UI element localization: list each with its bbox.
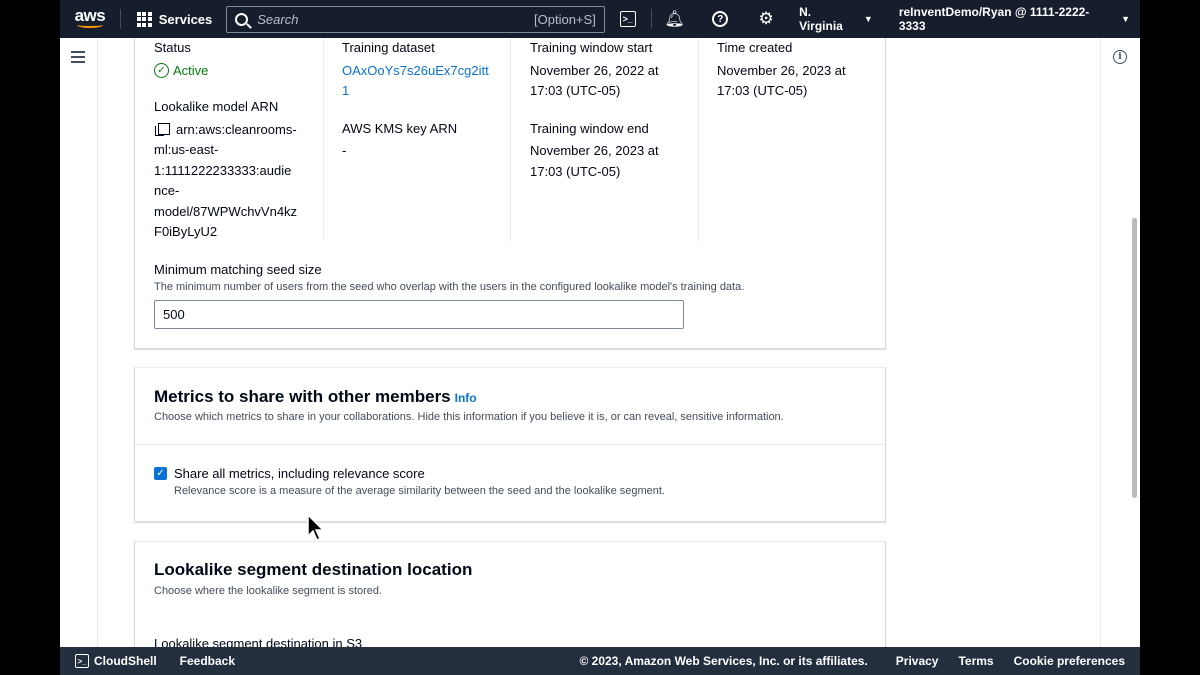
arn-line: model/87WPWchvVn4kz [154, 203, 298, 219]
tools-rail: i [1100, 38, 1140, 647]
created-value: November 26, 2023 at 17:03 (UTC-05) [717, 61, 882, 102]
grid-icon [136, 11, 152, 27]
window-end-line: 17:03 (UTC-05) [530, 163, 621, 179]
training-window-column: Training window start November 26, 2022 … [530, 38, 695, 182]
cloudshell-nav-button[interactable]: >_ [605, 0, 651, 38]
aws-smile-icon [76, 22, 103, 28]
time-created-column: Time created November 26, 2023 at 17:03 … [717, 38, 882, 102]
window-start-value: November 26, 2022 at 17:03 (UTC-05) [530, 61, 695, 102]
search-input[interactable]: Search [Option+S] [226, 5, 605, 33]
lookalike-model-details-panel: Status ✓ Active Lookalike model ARN arn:… [134, 38, 886, 349]
privacy-link[interactable]: Privacy [896, 654, 939, 668]
region-selector[interactable]: N. Virginia ▼ [789, 5, 889, 33]
window-start-line: November 26, 2022 at [530, 62, 659, 78]
column-divider [510, 38, 511, 241]
window-start-label: Training window start [530, 40, 653, 55]
dataset-link[interactable]: OAxOoYs7s26uEx7cg2itt 1 [342, 61, 507, 102]
services-label: Services [158, 11, 213, 27]
arn-line: 1:1111222233333:audie [154, 162, 292, 178]
destination-field-label: Lookalike segment destination in S3 [154, 636, 363, 647]
dataset-column: Training dataset OAxOoYs7s26uEx7cg2itt 1… [342, 38, 507, 162]
share-metrics-checkbox[interactable]: ✓ [154, 467, 167, 480]
copyright-text: © 2023, Amazon Web Services, Inc. or its… [579, 654, 868, 668]
arn-line: arn:aws:cleanrooms- [176, 121, 297, 137]
bell-icon: 🔔︎ [664, 11, 685, 28]
destination-panel: Lookalike segment destination location C… [134, 541, 886, 647]
feedback-link[interactable]: Feedback [180, 654, 235, 668]
aws-logo-text: aws [74, 6, 106, 25]
terms-link[interactable]: Terms [958, 654, 993, 668]
console-footer: >_ CloudShell Feedback © 2023, Amazon We… [60, 647, 1140, 675]
top-navigation: aws Services Search [Option+S] >_ 🔔︎ ? ⚙… [60, 0, 1140, 38]
destination-description: Choose where the lookalike segment is st… [154, 585, 383, 597]
help-icon: ? [712, 11, 729, 27]
cloudshell-button[interactable]: >_ CloudShell [60, 654, 157, 668]
created-line: 17:03 (UTC-05) [717, 83, 808, 98]
metrics-heading: Metrics to share with other members Info [154, 387, 477, 407]
gear-icon: ⚙︎ [758, 9, 774, 28]
window-end-value: November 26, 2023 at 17:03 (UTC-05) [530, 141, 695, 182]
caret-down-icon: ▼ [863, 14, 873, 24]
status-column: Status ✓ Active Lookalike model ARN arn:… [154, 38, 314, 243]
account-menu[interactable]: reInventDemo/Ryan @ 1111-2222-3333 ▼ [889, 5, 1140, 33]
arn-line: nce- [154, 183, 180, 198]
scrollbar[interactable] [1132, 218, 1137, 498]
account-label: reInventDemo/Ryan @ 1111-2222-3333 [898, 5, 1090, 33]
seed-size-input[interactable]: 500 [154, 300, 684, 329]
cloudshell-label: CloudShell [94, 654, 157, 668]
mouse-cursor-icon [307, 514, 325, 542]
caret-down-icon: ▼ [1121, 14, 1130, 24]
column-divider [698, 38, 699, 241]
window-start-line: 17:03 (UTC-05) [530, 83, 621, 98]
status-label: Status [154, 40, 191, 55]
created-line: November 26, 2023 at [717, 62, 846, 78]
info-link[interactable]: Info [455, 391, 477, 405]
arn-line: ml:us-east- [154, 142, 219, 157]
help-button[interactable]: ? [697, 0, 743, 38]
cloudshell-icon: >_ [619, 11, 636, 27]
arn-value: arn:aws:cleanrooms- ml:us-east- 1:111122… [154, 120, 314, 243]
search-icon [235, 12, 249, 26]
aws-logo[interactable]: aws [60, 0, 120, 38]
status-badge: ✓ Active [154, 61, 314, 82]
arn-line: F0iByLyU2 [154, 224, 218, 239]
window-end-label: Training window end [530, 120, 649, 136]
search-shortcut: [Option+S] [534, 11, 596, 27]
created-label: Time created [717, 40, 793, 55]
dataset-link-line: OAxOoYs7s26uEx7cg2itt [342, 62, 489, 78]
menu-icon[interactable] [71, 51, 85, 66]
status-value: Active [173, 62, 209, 78]
info-icon[interactable]: i [1113, 50, 1127, 64]
search-placeholder: Search [257, 11, 299, 27]
kms-value: - [342, 143, 347, 158]
seed-size-description: The minimum number of users from the see… [154, 281, 745, 293]
dataset-link-line: 1 [342, 83, 350, 98]
notifications-button[interactable]: 🔔︎ [652, 0, 698, 38]
kms-label: AWS KMS key ARN [342, 120, 458, 136]
destination-heading: Lookalike segment destination location [154, 560, 473, 579]
side-navigation-rail [60, 38, 98, 647]
cloudshell-icon: >_ [75, 654, 89, 668]
services-menu-button[interactable]: Services [121, 11, 225, 27]
main-content: i Status ✓ Active Lookalike model ARN ar… [60, 38, 1140, 647]
arn-label: Lookalike model ARN [154, 99, 279, 114]
share-metrics-description: Relevance score is a measure of the aver… [174, 485, 665, 497]
settings-button[interactable]: ⚙︎ [743, 0, 789, 38]
metrics-panel: Metrics to share with other members Info … [134, 367, 886, 522]
check-circle-icon: ✓ [154, 63, 169, 79]
window-end-line: November 26, 2023 at [530, 143, 659, 158]
metrics-description: Choose which metrics to share in your co… [154, 411, 784, 423]
section-divider [135, 444, 885, 445]
dataset-label: Training dataset [342, 40, 435, 55]
seed-size-label: Minimum matching seed size [154, 262, 322, 277]
copy-icon[interactable] [155, 122, 170, 136]
column-divider [323, 38, 324, 241]
share-metrics-label[interactable]: Share all metrics, including relevance s… [174, 466, 425, 481]
cookie-preferences-link[interactable]: Cookie preferences [1014, 654, 1125, 668]
metrics-title: Metrics to share with other members [154, 387, 451, 406]
region-label: N. Virginia [799, 5, 843, 33]
